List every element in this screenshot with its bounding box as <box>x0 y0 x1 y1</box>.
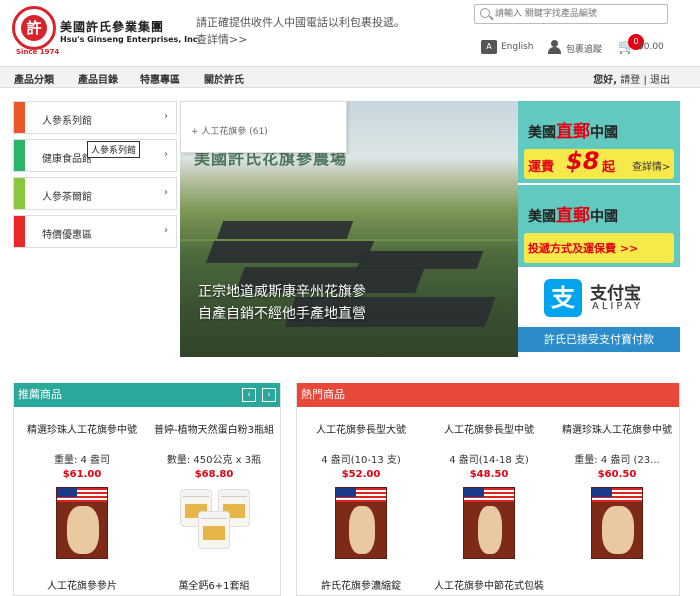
recommended-header: 推薦商品 ‹ › <box>14 383 280 407</box>
greeting-text: 您好, <box>593 75 618 86</box>
product-name[interactable]: 人工花旗參長型中號 <box>425 421 553 436</box>
recommended-title: 推薦商品 <box>18 388 62 401</box>
search-input[interactable] <box>475 5 645 23</box>
category-submenu: + 人工花旗參 (61) <box>180 101 347 153</box>
company-name-cn: 美國許氏參業集團 <box>60 20 165 34</box>
product-image[interactable] <box>335 487 387 559</box>
logo-seal: 許 <box>21 15 47 41</box>
product-name[interactable]: 精選珍珠人工花旗參中號 <box>553 421 679 436</box>
product-name-next-row[interactable]: 萬全鈣6+1套組 <box>150 577 278 592</box>
category-color-bar <box>14 140 25 171</box>
promo-shipping-fee[interactable]: 美國直郵中國 運費 $8 起 查詳情> <box>518 101 680 185</box>
promo-fee-box: 運費 $8 起 查詳情> <box>524 147 674 179</box>
nav-item-categories[interactable]: 產品分類 <box>14 71 54 86</box>
promo-delivery-methods[interactable]: 美國直郵中國 投遞方式及運保費 >> <box>518 185 680 269</box>
product-image[interactable] <box>56 487 108 559</box>
product-image[interactable] <box>463 487 515 559</box>
hot-title: 熱門商品 <box>301 388 345 401</box>
category-label: 健康食品館 <box>42 154 92 165</box>
main-nav: 產品分類 產品目錄 特惠專區 關於許氏 您好, 請登 | 退出 <box>0 66 700 88</box>
category-label: 人參系列館 <box>42 116 92 127</box>
product-card[interactable]: 精選珍珠人工花旗參中號 重量: 4 盎司 $61.00 人工花旗參參片 <box>18 407 146 595</box>
logo-since: Since 1974 <box>16 48 60 56</box>
chevron-right-icon: › <box>164 149 168 160</box>
product-image[interactable] <box>178 487 252 559</box>
promo-headline: 美國直郵中國 <box>528 206 618 226</box>
promo-column: 美國直郵中國 運費 $8 起 查詳情> 美國直郵中國 投遞方式及運保費 >> 支… <box>518 101 680 352</box>
submenu-item-american-ginseng[interactable]: + 人工花旗參 (61) <box>191 124 268 137</box>
chevron-right-icon: › <box>164 111 168 122</box>
user-icon[interactable] <box>547 40 563 54</box>
alipay-badge[interactable]: 支 支付宝 ALIPAY <box>518 269 680 327</box>
category-specials[interactable]: 特價優惠區 › <box>13 215 177 248</box>
hot-header: 熱門商品 <box>297 383 679 407</box>
category-color-bar <box>14 178 25 209</box>
product-quantity: 4 盎司(14-18 支) <box>449 455 529 466</box>
notice-more-link[interactable]: 查詳情>> <box>196 31 405 48</box>
product-quantity: 重量: 4 盎司 <box>53 455 111 466</box>
hot-panel: 熱門商品 人工花旗參長型大號 4 盎司(10-13 支) $52.00 許氏花旗… <box>296 383 680 596</box>
promo-details-link[interactable]: 查詳情> <box>632 158 670 173</box>
user-greeting: 您好, 請登 | 退出 <box>593 75 670 86</box>
product-card[interactable]: 人工花旗參長型大號 4 盎司(10-13 支) $52.00 許氏花旗參濃縮錠 <box>297 407 425 595</box>
search-icon[interactable] <box>480 8 490 18</box>
category-tea[interactable]: 人參茶爾館 › <box>13 177 177 210</box>
promo-headline: 美國直郵中國 <box>528 122 618 142</box>
alipay-accept-banner[interactable]: 許氏已接受支付寶付款 <box>518 327 680 352</box>
site-header: 許 Since 1974 美國許氏參業集團 Hsu's Ginseng Ente… <box>0 0 700 66</box>
product-name-next-row[interactable]: 人工花旗參參片 <box>18 577 146 592</box>
language-link[interactable]: English <box>501 42 534 52</box>
menu-tooltip: 人參系列館 <box>87 141 141 158</box>
chevron-right-icon: › <box>164 187 168 198</box>
product-quantity: 數量: 450公克 x 3瓶 <box>166 455 262 466</box>
product-name-next-row[interactable]: 人工花旗參中節花式包裝 <box>425 577 553 592</box>
product-name-next-row[interactable]: 許氏花旗參濃縮錠 <box>297 577 425 592</box>
product-price: $68.80 <box>194 469 234 480</box>
logout-link[interactable]: 退出 <box>650 75 670 86</box>
product-quantity: 4 盎司(10-13 支) <box>321 455 401 466</box>
product-price: $61.00 <box>62 469 102 480</box>
category-color-bar <box>14 102 25 133</box>
product-price: $60.50 <box>597 469 637 480</box>
chevron-right-icon: › <box>164 225 168 236</box>
category-color-bar <box>14 216 25 247</box>
product-name[interactable]: 普婷-植物天然蛋白粉3瓶組 <box>150 421 278 436</box>
category-label: 人參茶爾館 <box>42 192 92 203</box>
product-name[interactable]: 精選珍珠人工花旗參中號 <box>18 421 146 436</box>
product-name[interactable]: 人工花旗參長型大號 <box>297 421 425 436</box>
product-image[interactable] <box>591 487 643 559</box>
product-card[interactable]: 精選珍珠人工花旗參中號 重量: 4 盎司 (23... $60.50 <box>553 407 679 595</box>
category-menu: 人參系列館 › 健康食品館 › 人參茶爾館 › 特價優惠區 › <box>13 101 177 253</box>
company-name-en: Hsu's Ginseng Enterprises, Inc. <box>60 35 201 44</box>
category-label: 特價優惠區 <box>42 230 92 241</box>
translate-icon[interactable]: A <box>481 40 497 54</box>
alipay-name-en: ALIPAY <box>592 301 643 312</box>
nav-item-specials[interactable]: 特惠專區 <box>140 71 180 86</box>
slogan-line-2: 自產自銷不經他手產地直營 <box>198 306 366 322</box>
package-tracking-link[interactable]: 包裹追蹤 <box>566 42 602 55</box>
nav-item-catalog[interactable]: 產品目錄 <box>78 71 118 86</box>
carousel-next-button[interactable]: › <box>262 388 276 402</box>
notice-text: 請正確提供收件人中國電話以利包裹投遞。 <box>196 16 405 29</box>
nav-item-about[interactable]: 關於許氏 <box>204 71 244 86</box>
login-link[interactable]: 請登 <box>620 75 640 86</box>
product-card[interactable]: 普婷-植物天然蛋白粉3瓶組 數量: 450公克 x 3瓶 $68.80 萬全鈣6… <box>150 407 278 595</box>
carousel-prev-button[interactable]: ‹ <box>242 388 256 402</box>
category-ginseng[interactable]: 人參系列館 › <box>13 101 177 134</box>
search-box[interactable] <box>474 4 668 24</box>
cart-total[interactable]: $0.00 <box>638 42 664 52</box>
product-price: $52.00 <box>341 469 381 480</box>
alipay-icon: 支 <box>544 279 582 317</box>
product-quantity: 重量: 4 盎司 (23... <box>574 455 660 466</box>
slogan-line-1: 正宗地道威斯康辛州花旗參 <box>198 284 366 300</box>
shipping-notice: 請正確提供收件人中國電話以利包裹投遞。 查詳情>> <box>196 14 405 48</box>
banner-slogan: 正宗地道威斯康辛州花旗參 自產自銷不經他手產地直營 <box>198 281 366 325</box>
product-card[interactable]: 人工花旗參長型中號 4 盎司(14-18 支) $48.50 人工花旗參中節花式… <box>425 407 553 595</box>
company-logo[interactable]: 許 <box>12 6 56 50</box>
recommended-panel: 推薦商品 ‹ › 精選珍珠人工花旗參中號 重量: 4 盎司 $61.00 人工花… <box>13 383 281 596</box>
promo-delivery-box: 投遞方式及運保費 >> <box>524 233 674 263</box>
product-price: $48.50 <box>469 469 509 480</box>
